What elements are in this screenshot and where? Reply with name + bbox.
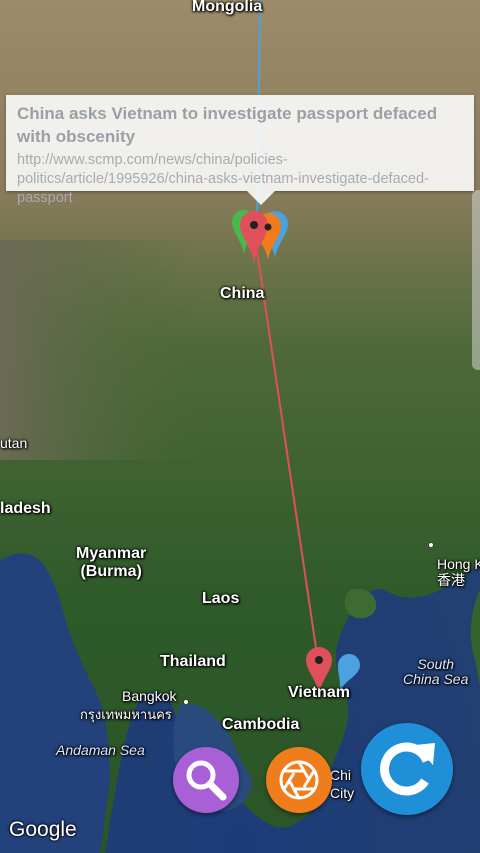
label-hong-kong: Hong K [437, 556, 480, 572]
google-attribution: Google [9, 818, 77, 841]
label-bangkok-native: กรุงเทพมหานคร [80, 707, 172, 722]
red-marker-dot [250, 221, 258, 229]
label-vietnam: Vietnam [288, 684, 350, 701]
camera-button[interactable] [266, 747, 332, 813]
label-bangladesh: ladesh [0, 500, 51, 517]
red-marker-vietnam-dot [315, 656, 323, 664]
orange-marker-dot [264, 223, 272, 231]
label-thailand: Thailand [160, 653, 226, 670]
bangkok-dot [183, 699, 189, 705]
label-bhutan: utan [0, 435, 28, 451]
side-drawer-handle[interactable] [472, 190, 480, 370]
news-headline[interactable]: China asks Vietnam to investigate passpo… [17, 102, 469, 148]
aperture-icon [279, 760, 319, 800]
label-cambodia: Cambodia [222, 716, 300, 733]
label-andaman-sea: Andaman Sea [56, 742, 145, 758]
label-south-china-sea: South China Sea [403, 656, 469, 688]
hong-kong-dot [428, 542, 434, 548]
label-myanmar: Myanmar (Burma) [76, 545, 147, 580]
label-china: China [220, 285, 265, 302]
label-ho-chi-minh-1: Chi [330, 767, 352, 783]
search-icon [186, 760, 227, 801]
news-info-card[interactable]: China asks Vietnam to investigate passpo… [6, 95, 474, 206]
search-button[interactable] [173, 747, 239, 813]
label-bangkok: Bangkok [122, 688, 177, 704]
news-url[interactable]: http://www.scmp.com/news/china/policies-… [17, 151, 469, 208]
western-highlands [0, 240, 200, 460]
label-ho-chi-minh-2: City [330, 785, 355, 801]
label-hong-kong-native: 香港 [437, 572, 465, 588]
refresh-button[interactable] [361, 723, 453, 815]
label-laos: Laos [202, 590, 240, 607]
label-mongolia: Mongolia [192, 0, 263, 15]
refresh-icon [380, 742, 435, 796]
